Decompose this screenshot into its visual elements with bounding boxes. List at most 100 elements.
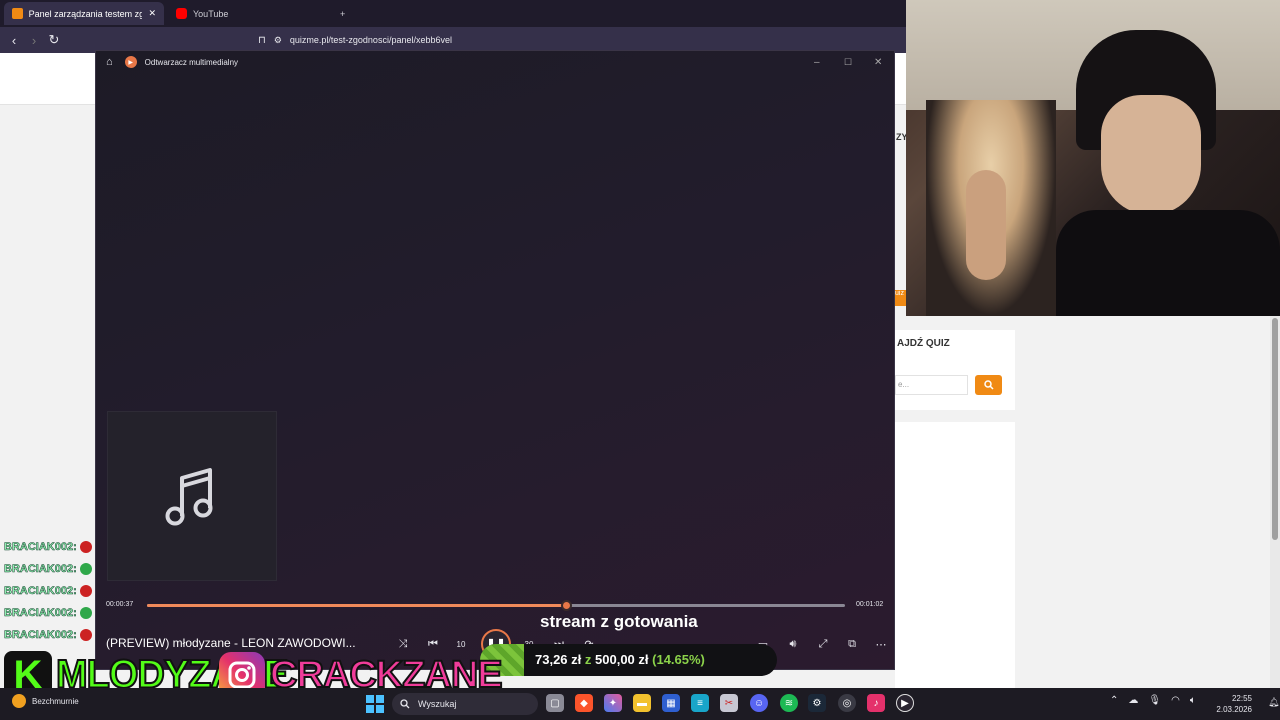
chat-message: BRACIAK002: <box>4 607 92 619</box>
back-icon[interactable]: ‹ <box>4 33 24 48</box>
instagram-icon <box>228 661 256 689</box>
windows-icon <box>366 695 384 713</box>
quizme-favicon-icon <box>12 8 23 19</box>
chat-message: BRACIAK002: <box>4 563 92 575</box>
album-art-placeholder <box>107 411 277 581</box>
brave-icon[interactable]: ◆ <box>575 694 593 712</box>
quiz-search-input[interactable]: e... <box>895 375 968 395</box>
music-note-icon <box>165 468 213 526</box>
spotify-icon[interactable]: ≋ <box>780 694 798 712</box>
seek-bar-handle[interactable] <box>560 600 572 611</box>
close-icon[interactable]: ✕ <box>874 57 882 68</box>
chat-message: BRACIAK002: <box>4 585 92 597</box>
steam-icon[interactable]: ⚙ <box>808 694 826 712</box>
url-text[interactable]: quizme.pl/test-zgodnosci/panel/xebb6vel <box>290 35 452 45</box>
rewind-10-icon[interactable]: 10 <box>452 635 470 653</box>
goal-percent: (14.65%) <box>652 652 705 667</box>
onedrive-icon[interactable]: ☁ <box>1128 695 1138 706</box>
address-bar[interactable]: ⊓ ⚙ quizme.pl/test-zgodnosci/panel/xebb6… <box>258 30 900 50</box>
media-player-window[interactable]: ⌂ ▶ Odtwarzacz multimedialny – ☐ ✕ 00:00… <box>95 50 895 670</box>
weather-label: Bezchmurnie <box>32 696 79 706</box>
browser-tab-bar: Panel zarządzania testem zgodn ✕ YouTube… <box>0 0 906 27</box>
microphone-icon[interactable]: 🎙︎ <box>1148 695 1161 706</box>
start-button[interactable] <box>366 695 384 713</box>
clock-date: 2.03.2026 <box>1216 705 1252 714</box>
forward-icon[interactable]: › <box>24 33 44 48</box>
emote-icon <box>79 607 92 619</box>
copilot-icon[interactable]: ✦ <box>604 694 622 712</box>
notepad-icon[interactable]: ≡ <box>691 694 709 712</box>
donation-goal-text: 73,26 zł z 500,00 zł (14.65%) <box>535 652 705 667</box>
chat-message: BRACIAK002: <box>4 629 92 641</box>
reload-icon[interactable]: ↻ <box>44 32 64 48</box>
emote-icon <box>79 563 92 575</box>
chat-username: BRACIAK002: <box>4 629 77 642</box>
song-title: (PREVIEW) młodyzane - LEON ZAWODOWI... <box>106 636 356 650</box>
emote-icon <box>79 629 92 641</box>
stream-title-overlay: stream z gotowania <box>540 612 698 631</box>
volume-icon[interactable]: 🔊︎ <box>784 635 802 653</box>
search-icon <box>400 699 410 709</box>
minimize-icon[interactable]: – <box>814 57 820 68</box>
home-icon[interactable]: ⌂ <box>106 56 113 68</box>
taskbar-clock[interactable]: 22:55 2.03.2026 <box>1214 693 1252 715</box>
seek-bar-progress <box>147 604 566 607</box>
obs-icon[interactable]: ◎ <box>838 694 856 712</box>
donation-goal-bar: 73,26 zł z 500,00 zł (14.65%) <box>480 644 777 676</box>
player-title-bar: ⌂ ▶ Odtwarzacz multimedialny – ☐ ✕ <box>96 51 896 73</box>
current-time: 00:00:37 <box>106 601 134 608</box>
fullscreen-icon[interactable]: ⤢ <box>814 635 832 653</box>
search-icon <box>983 380 994 390</box>
more-options-icon[interactable]: ⋯ <box>872 635 890 653</box>
tab-close-icon[interactable]: ✕ <box>148 8 156 19</box>
task-view-icon[interactable]: ▢ <box>546 694 564 712</box>
chat-username: BRACIAK002: <box>4 563 77 576</box>
tiktok-icon[interactable]: ♪ <box>867 694 885 712</box>
tab-youtube[interactable]: YouTube <box>168 2 328 25</box>
weather-moon-icon <box>12 694 26 708</box>
tab-quiz-panel[interactable]: Panel zarządzania testem zgodn ✕ <box>4 2 164 25</box>
weather-widget[interactable]: Bezchmurnie <box>12 694 79 708</box>
site-settings-icon[interactable]: ⚙ <box>274 35 282 46</box>
scrollbar-thumb[interactable] <box>1272 318 1278 540</box>
sidebar-card <box>895 422 1015 688</box>
system-tray: ⌃ ☁ 🎙︎ ◠ 🔈︎ <box>1110 695 1196 706</box>
maximize-icon[interactable]: ☐ <box>844 57 852 68</box>
emote-icon <box>79 585 92 597</box>
search-placeholder: Wyszukaj <box>418 699 457 709</box>
youtube-favicon-icon <box>176 8 187 19</box>
goal-separator: z <box>584 652 592 667</box>
shuffle-icon[interactable]: ⤨ <box>394 635 412 653</box>
chevron-up-icon[interactable]: ⌃ <box>1110 695 1118 706</box>
rewind-label: 10 <box>456 639 466 649</box>
chat-username: BRACIAK002: <box>4 585 77 598</box>
file-explorer-icon[interactable]: ▬ <box>633 694 651 712</box>
bookmark-icon[interactable]: ⊓ <box>258 35 266 46</box>
taskbar-search[interactable]: Wyszukaj <box>392 693 538 715</box>
emote-icon <box>79 541 92 553</box>
goal-current: 73,26 zł <box>535 652 582 667</box>
total-time: 00:01:02 <box>856 601 884 608</box>
snipping-tool-icon[interactable]: ✂ <box>720 694 738 712</box>
new-tab-button[interactable]: + <box>332 2 353 25</box>
tab-label: YouTube <box>193 8 229 19</box>
goal-target: 500,00 zł <box>595 652 649 667</box>
webcam-feed <box>906 0 1280 316</box>
chat-username: BRACIAK002: <box>4 607 77 620</box>
speaker-icon[interactable]: 🔈︎ <box>1190 695 1196 706</box>
wifi-icon[interactable]: ◠ <box>1171 695 1180 706</box>
player-window-title: Odtwarzacz multimedialny <box>144 57 239 67</box>
chat-message: BRACIAK002: <box>4 541 92 553</box>
media-player-app-icon: ▶ <box>124 56 137 68</box>
previous-icon[interactable]: ⏮ <box>424 635 442 653</box>
mini-player-icon[interactable]: ⧉ <box>843 635 861 653</box>
notification-bell-icon[interactable]: 🔔︎ <box>1268 697 1279 708</box>
store-icon[interactable]: ▦ <box>662 694 680 712</box>
media-player-taskbar-icon[interactable]: ▶ <box>896 694 914 712</box>
tab-label: Panel zarządzania testem zgodn <box>28 8 143 19</box>
discord-icon[interactable]: ☺ <box>750 694 768 712</box>
chat-username: BRACIAK002: <box>4 541 77 554</box>
quiz-search-button[interactable] <box>975 375 1002 395</box>
clock-time: 22:55 <box>1231 694 1252 703</box>
find-quiz-title: AJDŹ QUIZ <box>897 338 950 349</box>
